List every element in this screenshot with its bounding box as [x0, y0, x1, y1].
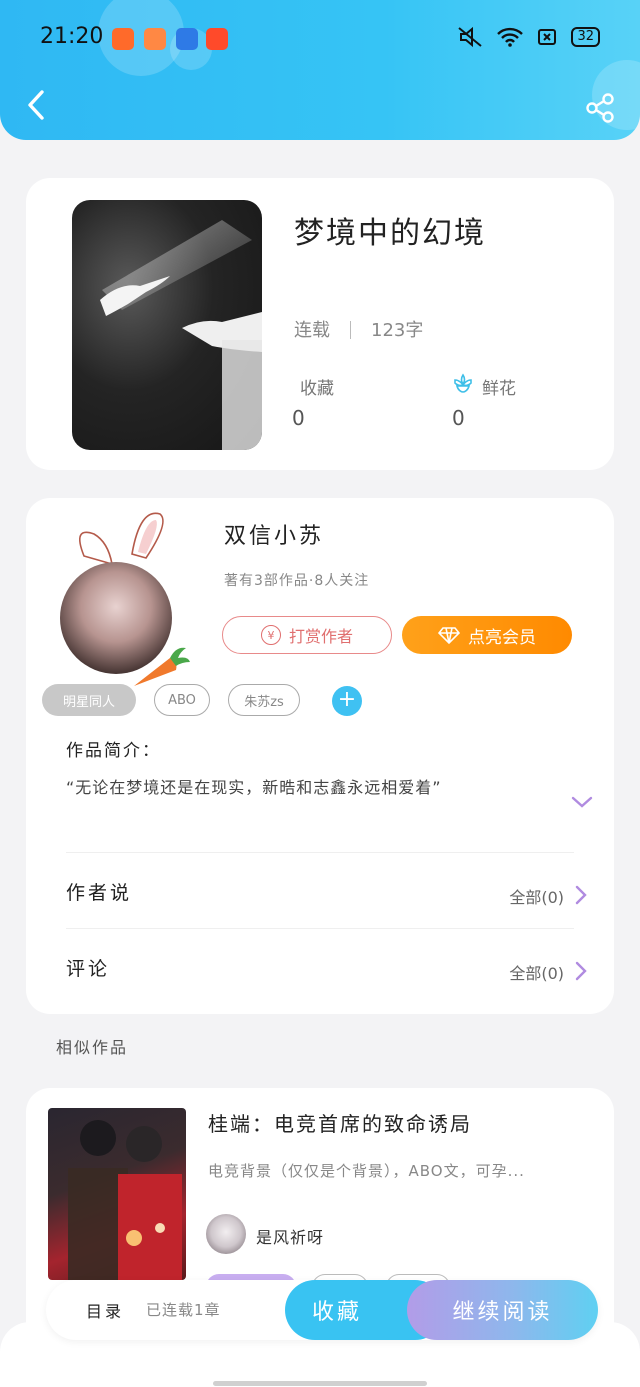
serial-status: 连载 — [294, 320, 330, 341]
coin-icon: ¥ — [260, 625, 281, 645]
favorites-count: 0 — [292, 406, 305, 430]
chevron-right-icon[interactable] — [574, 960, 588, 982]
battery-indicator: 32 — [571, 27, 600, 47]
author-says-label[interactable]: 作者说 — [66, 878, 132, 905]
wifi-icon — [497, 27, 524, 47]
similar-cover[interactable] — [48, 1108, 186, 1280]
tip-author-label: 打赏作者 — [288, 627, 353, 646]
tag-item[interactable]: 朱苏zs — [228, 684, 300, 716]
status-time: 21:20 — [40, 24, 104, 49]
cover-art — [100, 220, 262, 450]
book-cover[interactable] — [72, 200, 262, 450]
app-notification-icon — [112, 28, 134, 50]
intro-text: “无论在梦境还是在现实，新晧和志鑫永远相爱着” — [66, 778, 442, 797]
flower-icon[interactable] — [452, 372, 474, 394]
add-tag-button[interactable]: + — [332, 686, 362, 716]
author-info: 著有3部作品·8人关注 — [224, 573, 370, 589]
decor-bubble — [98, 0, 184, 76]
divider — [350, 321, 351, 339]
toc-button[interactable]: 目录 — [86, 1298, 124, 1322]
flowers-label: 鲜花 — [482, 379, 516, 399]
author-name[interactable]: 双信小苏 — [224, 518, 324, 550]
similar-title[interactable]: 桂端：电竞首席的致命诱局 — [208, 1108, 472, 1137]
vip-label: 点亮会员 — [468, 627, 536, 648]
book-meta: 连载 123字 — [294, 316, 423, 342]
author-avatar-wrap[interactable] — [60, 512, 190, 686]
bottom-action-bar: 目录 已连载1章 收藏 继续阅读 — [46, 1280, 598, 1340]
game-notification-icon — [144, 28, 166, 50]
back-icon[interactable] — [22, 88, 52, 122]
diamond-icon — [438, 627, 460, 644]
author-says-all[interactable]: 全部(0) — [509, 884, 564, 908]
sim-off-icon — [538, 29, 557, 45]
mute-icon — [458, 26, 483, 48]
video-notification-icon — [206, 28, 228, 50]
top-header: 21:20 32 — [0, 0, 640, 140]
flowers-count: 0 — [452, 406, 465, 430]
browser-notification-icon — [176, 28, 198, 50]
avatar — [206, 1214, 246, 1254]
similar-desc: 电竞背景（仅仅是个背景），ABO文，可孕... — [208, 1162, 525, 1180]
chevron-down-icon[interactable] — [570, 790, 594, 814]
toc-status: 已连载1章 — [146, 1301, 221, 1319]
home-indicator[interactable] — [213, 1381, 427, 1386]
chevron-right-icon[interactable] — [574, 884, 588, 906]
similar-author[interactable]: 是风祈呀 — [256, 1224, 324, 1248]
system-icons: 32 — [457, 26, 600, 48]
book-title: 梦境中的幻境 — [294, 216, 486, 251]
tag-item[interactable]: ABO — [154, 684, 210, 716]
continue-reading-button[interactable]: 继续阅读 — [407, 1280, 598, 1340]
similar-section-title: 相似作品 — [56, 1038, 129, 1057]
comments-label[interactable]: 评论 — [66, 954, 110, 981]
author-card: 双信小苏 著有3部作品·8人关注 ¥ 打赏作者 点亮会员 明星同人 ABO 朱苏… — [26, 498, 614, 1014]
tag-item[interactable]: 明星同人 — [42, 684, 136, 716]
word-count: 123字 — [371, 320, 424, 341]
similar-cover-art — [68, 1120, 182, 1280]
share-icon[interactable] — [584, 92, 616, 124]
intro-label: 作品简介： — [66, 741, 161, 761]
book-info-card: 梦境中的幻境 连载 123字 收藏 0 鲜花 0 — [26, 178, 614, 470]
comments-all[interactable]: 全部(0) — [509, 960, 564, 984]
divider — [66, 928, 574, 929]
divider — [66, 852, 574, 853]
favorites-label: 收藏 — [300, 379, 334, 399]
tip-author-button[interactable]: ¥ 打赏作者 — [222, 616, 392, 654]
vip-button[interactable]: 点亮会员 — [402, 616, 572, 654]
